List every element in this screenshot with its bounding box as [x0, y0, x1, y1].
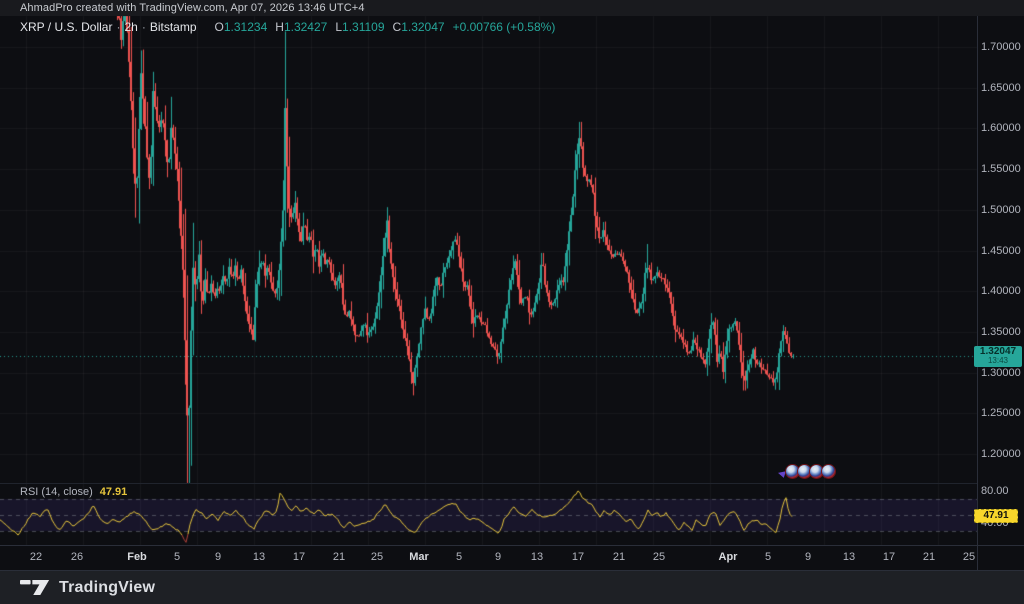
time-tick-label: 5	[173, 551, 181, 563]
time-tick-label: Feb	[127, 551, 147, 563]
symbol-legend[interactable]: XRP / U.S. Dollar · 2h · Bitstamp O1.31234 H1.…	[20, 20, 555, 34]
price-tick-label: 1.65000	[981, 81, 1021, 94]
price-tick-label: 1.60000	[981, 122, 1021, 135]
chart-canvas[interactable]	[0, 0, 1024, 604]
change-value: +0.00766 (+0.58%)	[452, 20, 556, 34]
high-label: H	[275, 20, 284, 34]
price-tick-label: 1.50000	[981, 203, 1021, 216]
time-tick-label: 25	[652, 551, 666, 563]
attribution-text: AhmadPro created with TradingView.com, A…	[20, 2, 365, 14]
low-label: L	[335, 20, 343, 34]
emoji-sticker-icon[interactable]	[822, 465, 835, 478]
rsi-current-value: 47.91	[99, 486, 128, 498]
exchange-label: Bitstamp	[149, 20, 197, 34]
rsi-value-label: 47.91	[974, 509, 1018, 523]
close-label: C	[392, 20, 402, 34]
tradingview-chart-window: AhmadPro created with TradingView.com, A…	[0, 0, 1024, 604]
tradingview-logo-text[interactable]: TradingView	[59, 579, 155, 597]
time-tick-label: Mar	[409, 551, 429, 563]
time-tick-label: 17	[292, 551, 306, 563]
time-tick-label: 5	[764, 551, 772, 563]
price-tick-label: 1.55000	[981, 163, 1021, 176]
time-tick-label: 5	[455, 551, 463, 563]
time-tick-label: 17	[882, 551, 896, 563]
time-tick-label: 13	[252, 551, 266, 563]
time-tick-label: 25	[962, 551, 976, 563]
price-tick-label: 1.25000	[981, 407, 1021, 420]
price-tick-label: 1.40000	[981, 285, 1021, 298]
price-tick-label: 1.30000	[981, 366, 1021, 379]
time-tick-label: 21	[332, 551, 346, 563]
time-tick-label: Apr	[718, 551, 738, 563]
legend-separator: ·	[141, 20, 146, 34]
time-tick-label: 26	[70, 551, 84, 563]
time-tick-label: 9	[494, 551, 502, 563]
time-tick-label: 25	[370, 551, 384, 563]
attribution-bar: AhmadPro created with TradingView.com, A…	[0, 0, 1024, 16]
symbol-title[interactable]: XRP / U.S. Dollar	[20, 20, 112, 34]
time-tick-label: 21	[922, 551, 936, 563]
high-value: 1.32427	[283, 20, 328, 34]
time-tick-label: 22	[29, 551, 43, 563]
tradingview-logo-icon[interactable]	[20, 578, 50, 597]
time-tick-label: 13	[530, 551, 544, 563]
price-tick-label: 1.70000	[981, 41, 1021, 53]
time-tick-label: 13	[842, 551, 856, 563]
ohlc-values: O1.31234 H1.32427 L1.31109 C1.32047 +0.00766…	[207, 20, 556, 34]
price-tick-label: 1.35000	[981, 325, 1021, 338]
price-axis[interactable]: 1.70000 1.65000 1.60000 1.55000 1.50000 1.450…	[977, 16, 1024, 545]
time-tick-label: 9	[804, 551, 812, 563]
open-label: O	[214, 20, 224, 34]
last-price-label: 1.32047 13:43	[974, 346, 1022, 367]
time-tick-label: 9	[214, 551, 222, 563]
close-value: 1.32047	[401, 20, 445, 34]
tradingview-footer: TradingView	[0, 570, 1024, 604]
pane-divider[interactable]	[0, 483, 977, 484]
rsi-tick-label: 80.00	[981, 485, 1009, 497]
time-tick-label: 21	[612, 551, 626, 563]
bar-countdown: 13:43	[987, 356, 1009, 365]
legend-separator: ·	[116, 20, 121, 34]
low-value: 1.31109	[342, 20, 385, 34]
open-value: 1.31234	[223, 20, 268, 34]
time-axis[interactable]: 22 26 Feb 5 9 13 17 21 25 Mar 5 9 13 17 21 25 Apr 5 9 13 17 2…	[0, 546, 977, 570]
rsi-legend[interactable]: RSI (14, close) 47.91	[20, 486, 127, 498]
rsi-title[interactable]: RSI (14, close)	[20, 486, 93, 498]
time-tick-label: 17	[571, 551, 585, 563]
interval-label[interactable]: 2h	[124, 20, 137, 34]
price-tick-label: 1.45000	[981, 244, 1021, 257]
price-tick-label: 1.20000	[981, 448, 1021, 460]
